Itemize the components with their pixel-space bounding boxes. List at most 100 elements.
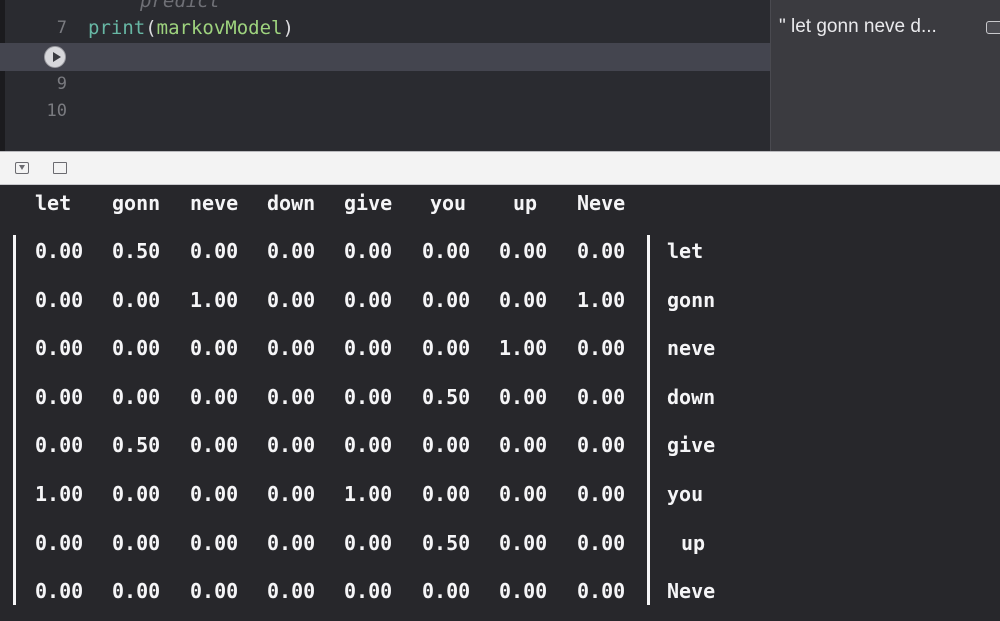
matrix-cell: 0.00 <box>35 239 84 263</box>
matrix-cell: 0.00 <box>112 482 161 506</box>
matrix-cell: 0.00 <box>499 433 548 458</box>
matrix-cell: 0.00 <box>499 579 548 604</box>
matrix-cell: 0.00 <box>577 384 626 409</box>
hide-debug-area-icon[interactable] <box>15 162 29 174</box>
matrix-cell: 0.00 <box>422 433 471 458</box>
matrix-cell: 0.50 <box>422 384 471 409</box>
matrix-cell: 0.00 <box>190 530 239 555</box>
matrix-cell: 0.00 <box>190 336 239 361</box>
matrix-cell: 0.00 <box>267 482 316 506</box>
matrix-cell: 0.00 <box>190 579 239 604</box>
matrix-cell: 0.00 <box>422 579 471 604</box>
matrix-cell: 0.00 <box>190 433 239 458</box>
matrix-cell: 0.00 <box>344 433 393 458</box>
matrix-cell: 0.50 <box>112 433 161 458</box>
toggle-console-icon[interactable] <box>53 162 67 174</box>
matrix-cell: 0.00 <box>422 336 471 361</box>
matrix-cell: 0.00 <box>35 336 84 361</box>
column-header: gonn <box>112 191 161 215</box>
matrix-cell: 0.00 <box>35 384 84 409</box>
code-paren-close: ) <box>282 17 294 39</box>
column-header: Neve <box>577 191 626 215</box>
matrix-cell: 0.50 <box>422 530 471 555</box>
matrix-cell: 0.00 <box>577 239 626 263</box>
line-number: 7 <box>56 18 67 38</box>
matrix-cell: 1.00 <box>35 482 84 506</box>
matrix-cell: 0.00 <box>267 336 316 361</box>
row-label: up <box>680 530 706 555</box>
matrix-cell: 0.00 <box>190 384 239 409</box>
matrix-cell: 0.00 <box>267 384 316 409</box>
matrix-cell: 1.00 <box>577 287 626 312</box>
matrix-cell: 1.00 <box>499 336 548 361</box>
matrix-cell: 0.00 <box>344 287 393 312</box>
matrix-cell: 0.00 <box>112 579 161 604</box>
matrix-cell: 0.00 <box>422 287 471 312</box>
code-line-9[interactable]: 9 <box>0 71 770 98</box>
matrix-cell: 0.00 <box>577 336 626 361</box>
matrix-cell: 0.00 <box>577 579 626 604</box>
matrix-cell: 0.00 <box>344 384 393 409</box>
row-label: you <box>667 482 704 506</box>
matrix-cell: 0.00 <box>344 336 393 361</box>
matrix-cell: 0.00 <box>35 530 84 555</box>
matrix-cell: 0.00 <box>267 530 316 555</box>
matrix-cell: 0.00 <box>344 530 393 555</box>
matrix-cell: 1.00 <box>344 482 393 506</box>
matrix-left-border <box>13 235 16 605</box>
matrix-cell: 0.00 <box>499 239 548 263</box>
code-paren-open: ( <box>145 17 157 39</box>
matrix-cell: 0.00 <box>190 239 239 263</box>
row-label: neve <box>667 336 716 361</box>
code-editor[interactable]: predict 7 print(markovModel) 9 10 <box>0 0 770 151</box>
code-text: print(markovModel) <box>88 15 294 42</box>
column-header: neve <box>190 191 239 215</box>
code-identifier: markovModel <box>156 17 283 39</box>
column-header: you <box>429 191 467 215</box>
matrix-cell: 0.00 <box>499 530 548 555</box>
matrix-cell: 0.00 <box>112 287 161 312</box>
matrix-cell: 0.00 <box>35 579 84 604</box>
code-function: print <box>88 17 146 39</box>
matrix-cell: 0.00 <box>267 239 316 263</box>
line-number: 10 <box>46 101 67 121</box>
column-header: let <box>35 191 72 215</box>
matrix-cell: 0.00 <box>267 433 316 458</box>
matrix-cell: 0.00 <box>499 287 548 312</box>
matrix-cell: 0.00 <box>422 239 471 263</box>
matrix-cell: 0.00 <box>112 336 161 361</box>
column-header: up <box>512 191 538 215</box>
row-label: Neve <box>667 579 716 604</box>
matrix-cell: 0.00 <box>577 433 626 458</box>
matrix-cell: 0.00 <box>112 384 161 409</box>
matrix-cell: 0.00 <box>267 287 316 312</box>
matrix-cell: 0.00 <box>577 530 626 555</box>
code-line-10[interactable]: 10 <box>0 98 770 125</box>
results-sidebar: " let gonn neve d... <box>770 0 1000 151</box>
matrix-cell: 1.00 <box>190 287 239 312</box>
code-line-7[interactable]: 7 print(markovModel) <box>0 15 770 42</box>
row-label: gonn <box>667 287 716 312</box>
result-preview[interactable]: " let gonn neve d... <box>779 16 937 38</box>
row-label: down <box>667 384 716 409</box>
code-line-6[interactable]: predict <box>0 0 770 15</box>
quick-look-icon[interactable] <box>986 21 1000 34</box>
matrix-cell: 0.00 <box>344 239 393 263</box>
code-line-8-current[interactable] <box>0 43 770 71</box>
matrix-cell: 0.50 <box>112 239 161 263</box>
matrix-cell: 0.00 <box>499 384 548 409</box>
matrix-cell: 0.00 <box>344 579 393 604</box>
row-label: give <box>667 433 716 458</box>
matrix-cell: 0.00 <box>499 482 548 506</box>
column-header: down <box>267 191 316 215</box>
run-play-icon[interactable] <box>44 46 66 68</box>
row-label: let <box>667 239 704 263</box>
code-ghost-text: predict <box>140 0 221 12</box>
matrix-cell: 0.00 <box>190 482 239 506</box>
matrix-cell: 0.00 <box>35 433 84 458</box>
matrix-cell: 0.00 <box>422 482 471 506</box>
line-number: 9 <box>56 74 67 94</box>
console-output[interactable]: let gonn neve down give you up Neve 0.00 0.50 0.00… <box>0 185 1000 621</box>
matrix-cell: 0.00 <box>35 287 84 312</box>
matrix-cell: 0.00 <box>577 482 626 506</box>
